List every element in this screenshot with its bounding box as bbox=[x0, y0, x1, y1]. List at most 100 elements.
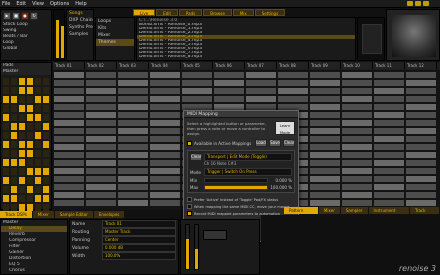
folder-item[interactable]: Mixer bbox=[96, 32, 134, 39]
pattern-cell[interactable] bbox=[406, 72, 436, 78]
pattern-cell[interactable] bbox=[86, 184, 116, 190]
pattern-cell[interactable] bbox=[374, 120, 404, 126]
pad[interactable] bbox=[3, 96, 9, 103]
pad[interactable] bbox=[11, 87, 17, 94]
pattern-cell[interactable] bbox=[406, 104, 436, 110]
pad[interactable] bbox=[19, 204, 25, 211]
folder-item[interactable]: Themes bbox=[96, 39, 134, 46]
pattern-cell[interactable] bbox=[406, 152, 436, 158]
pattern-cell[interactable] bbox=[374, 96, 404, 102]
pattern-cell[interactable] bbox=[310, 112, 340, 118]
folder-item[interactable]: Kits bbox=[96, 25, 134, 32]
pad[interactable] bbox=[27, 96, 33, 103]
pad[interactable] bbox=[3, 78, 9, 85]
pad[interactable] bbox=[43, 96, 49, 103]
pattern-cell[interactable] bbox=[214, 88, 244, 94]
pattern-cell[interactable] bbox=[118, 168, 148, 174]
pad[interactable] bbox=[35, 132, 41, 139]
pad[interactable] bbox=[3, 168, 9, 175]
pad[interactable] bbox=[27, 78, 33, 85]
min-slider[interactable] bbox=[204, 178, 268, 183]
pattern-cell[interactable] bbox=[150, 128, 180, 134]
pad[interactable] bbox=[27, 141, 33, 148]
pad[interactable] bbox=[11, 195, 17, 202]
pattern-cell[interactable] bbox=[86, 136, 116, 142]
pad[interactable] bbox=[35, 150, 41, 157]
pad[interactable] bbox=[43, 159, 49, 166]
pattern-cell[interactable] bbox=[406, 136, 436, 142]
pattern-cell[interactable] bbox=[342, 168, 372, 174]
loop-button[interactable]: ↻ bbox=[30, 12, 38, 20]
pad[interactable] bbox=[43, 132, 49, 139]
pad[interactable] bbox=[11, 78, 17, 85]
menu-help[interactable]: Help bbox=[75, 1, 86, 7]
pattern-cell[interactable] bbox=[374, 72, 404, 78]
pad[interactable] bbox=[3, 123, 9, 130]
pattern-cell[interactable] bbox=[406, 176, 436, 182]
pattern-cell[interactable] bbox=[54, 200, 84, 206]
tab-sampler[interactable]: Sampler bbox=[340, 207, 368, 214]
tab-sample-editor[interactable]: Sample Editor bbox=[54, 211, 93, 218]
pattern-cell[interactable] bbox=[374, 88, 404, 94]
pattern-cell[interactable] bbox=[118, 104, 148, 110]
track-header[interactable]: Track 11 bbox=[373, 62, 405, 69]
track-header[interactable]: Track 08 bbox=[277, 62, 309, 69]
pattern-cell[interactable] bbox=[118, 120, 148, 126]
pattern-cell[interactable] bbox=[86, 112, 116, 118]
pattern-cell[interactable] bbox=[342, 88, 372, 94]
pad[interactable] bbox=[11, 132, 17, 139]
track-header[interactable]: Track 02 bbox=[85, 62, 117, 69]
tree-item[interactable]: Synths Presets bbox=[67, 24, 93, 31]
pattern-cell[interactable] bbox=[118, 136, 148, 142]
pad[interactable] bbox=[3, 186, 9, 193]
file-item[interactable]: Demo.xrns - Renoise_8.mp3 bbox=[137, 55, 355, 59]
clear-all-button[interactable]: Clear bbox=[283, 139, 295, 147]
pattern-cell[interactable] bbox=[310, 144, 340, 150]
pattern-cell[interactable] bbox=[310, 160, 340, 166]
pattern-cell[interactable] bbox=[310, 200, 340, 206]
tab-envelopes[interactable]: Envelopes bbox=[93, 211, 125, 218]
pattern-cell[interactable] bbox=[150, 160, 180, 166]
tab-edit[interactable]: Edit bbox=[156, 9, 178, 16]
pattern-cell[interactable] bbox=[118, 184, 148, 190]
track-header[interactable]: Track 09 bbox=[309, 62, 341, 69]
pad[interactable] bbox=[3, 132, 9, 139]
track-header[interactable]: Track 05 bbox=[181, 62, 213, 69]
pattern-cell[interactable] bbox=[374, 184, 404, 190]
pattern-cell[interactable] bbox=[310, 120, 340, 126]
tree-item[interactable]: Samples bbox=[67, 31, 93, 38]
pad[interactable] bbox=[19, 78, 25, 85]
pattern-cell[interactable] bbox=[310, 136, 340, 142]
pattern-cell[interactable] bbox=[342, 104, 372, 110]
pattern-cell[interactable] bbox=[54, 96, 84, 102]
track-header[interactable]: Track 01 bbox=[53, 62, 85, 69]
pattern-cell[interactable] bbox=[86, 72, 116, 78]
pattern-cell[interactable] bbox=[54, 72, 84, 78]
pattern-cell[interactable] bbox=[118, 200, 148, 206]
clear-mapping-button[interactable]: Clear bbox=[190, 153, 202, 161]
pad[interactable] bbox=[35, 105, 41, 112]
learn-mode-button[interactable]: Learn Mode bbox=[275, 121, 295, 135]
pattern-cell[interactable] bbox=[278, 80, 308, 86]
play-button[interactable]: ▶ bbox=[3, 12, 11, 20]
pad[interactable] bbox=[19, 150, 25, 157]
pad[interactable] bbox=[11, 177, 17, 184]
pattern-cell[interactable] bbox=[246, 96, 276, 102]
pad[interactable] bbox=[27, 159, 33, 166]
pad[interactable] bbox=[11, 186, 17, 193]
pad[interactable] bbox=[35, 177, 41, 184]
pattern-cell[interactable] bbox=[310, 184, 340, 190]
pattern-cell[interactable] bbox=[150, 96, 180, 102]
gain-knob[interactable] bbox=[203, 230, 227, 240]
pattern-cell[interactable] bbox=[342, 200, 372, 206]
tab-pads[interactable]: Pads bbox=[178, 9, 203, 16]
pattern-cell[interactable] bbox=[54, 80, 84, 86]
pad[interactable] bbox=[11, 141, 17, 148]
tree-item[interactable]: DXP Chains bbox=[67, 17, 93, 24]
pad[interactable] bbox=[43, 195, 49, 202]
pattern-cell[interactable] bbox=[310, 104, 340, 110]
pattern-cell[interactable] bbox=[406, 168, 436, 174]
pattern-cell[interactable] bbox=[86, 200, 116, 206]
pad[interactable] bbox=[3, 150, 9, 157]
pattern-cell[interactable] bbox=[150, 168, 180, 174]
